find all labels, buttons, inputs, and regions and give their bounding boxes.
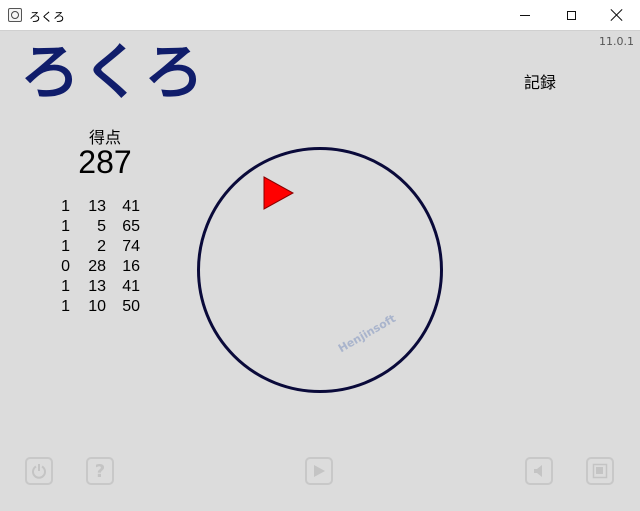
app-icon (8, 8, 22, 22)
history-cell: 65 (122, 218, 140, 235)
history-row: 0 28 16 (50, 257, 140, 277)
speaker-icon (534, 465, 542, 477)
game-logo: ろくろ (20, 38, 206, 108)
history-cell: 50 (122, 298, 140, 315)
wheel-ring (197, 147, 443, 393)
sound-button[interactable] (525, 457, 553, 485)
records-button[interactable]: 記録 (524, 69, 556, 93)
title-bar: ろくろ (0, 0, 640, 31)
history-cell: 10 (88, 298, 106, 315)
close-icon (611, 9, 623, 21)
minimize-icon (520, 14, 530, 16)
history-cell: 0 (61, 258, 70, 275)
history-cell: 74 (122, 238, 140, 255)
window-button[interactable] (586, 457, 614, 485)
history-cell: 1 (61, 298, 70, 315)
pointer-icon (263, 176, 295, 210)
minimize-button[interactable] (502, 0, 548, 30)
history-cell: 13 (88, 198, 106, 215)
history-cell: 1 (61, 278, 70, 295)
power-button[interactable] (25, 457, 53, 485)
history-row: 1 10 50 (50, 297, 140, 317)
history-row: 1 13 41 (50, 197, 140, 217)
window-icon (592, 463, 608, 479)
history-cell: 41 (122, 198, 140, 215)
version-label: 11.0.1 (599, 35, 634, 48)
history-row: 1 5 65 (50, 217, 140, 237)
maximize-button[interactable] (548, 0, 594, 30)
window-title: ろくろ (29, 10, 66, 24)
history-cell: 1 (61, 218, 70, 235)
play-icon (314, 465, 325, 477)
history-row: 1 2 74 (50, 237, 140, 257)
power-icon (32, 464, 46, 479)
close-button[interactable] (594, 0, 640, 30)
score-value: 287 (78, 144, 132, 180)
history-table: 1 13 41 1 5 65 1 2 74 0 28 16 1 13 41 1 … (50, 197, 140, 317)
history-row: 1 13 41 (50, 277, 140, 297)
history-cell: 1 (61, 198, 70, 215)
history-cell: 16 (122, 258, 140, 275)
history-cell: 5 (97, 218, 106, 235)
history-cell: 41 (122, 278, 140, 295)
history-cell: 1 (61, 238, 70, 255)
history-cell: 28 (88, 258, 106, 275)
history-cell: 13 (88, 278, 106, 295)
help-button[interactable]: ? (86, 457, 114, 485)
history-cell: 2 (97, 238, 106, 255)
maximize-icon (566, 10, 576, 20)
play-button[interactable] (305, 457, 333, 485)
